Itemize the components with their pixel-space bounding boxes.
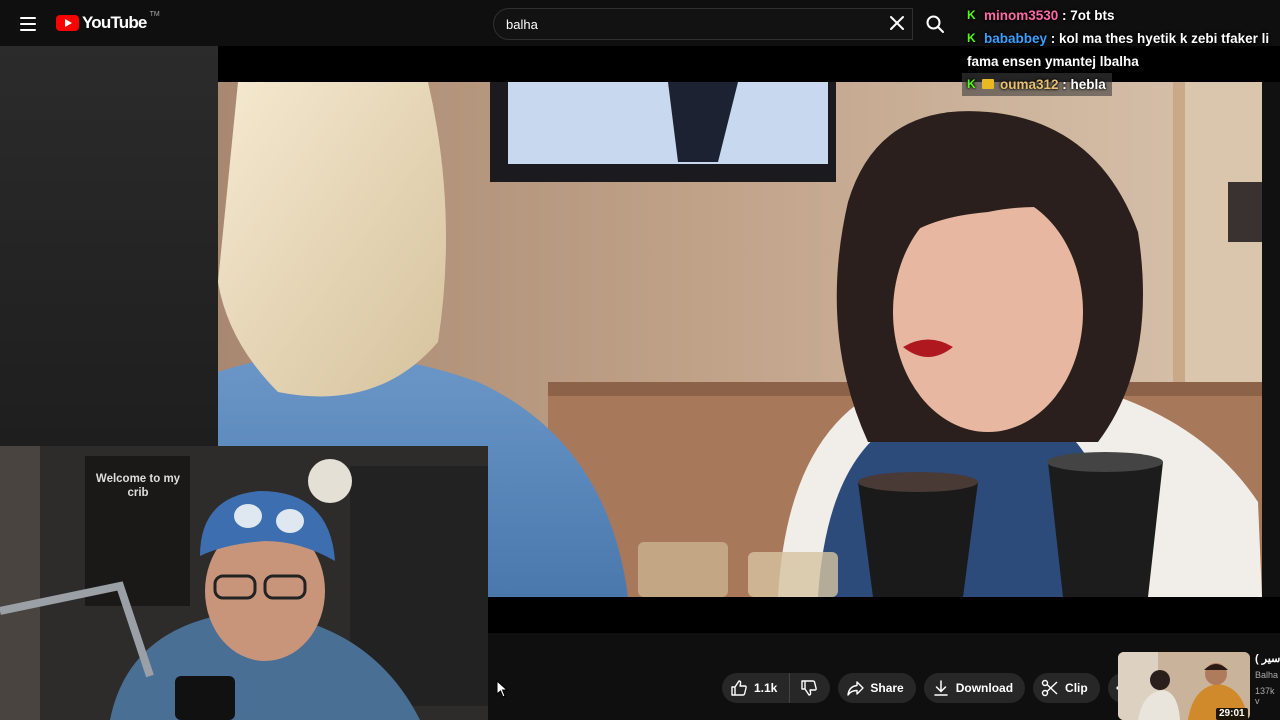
kick-badge-icon: K (967, 77, 976, 91)
search-button[interactable] (913, 8, 957, 40)
search-icon (926, 15, 944, 33)
video-side-strip (1262, 82, 1280, 597)
chat-username: minom3530 (984, 8, 1059, 23)
left-background (0, 46, 218, 446)
download-icon (933, 680, 948, 696)
chat-username: ouma312 (1000, 77, 1059, 92)
screen: YouTube TM balha K minom3530: 7ot bts K… (0, 0, 1280, 720)
download-button[interactable]: Download (923, 673, 1026, 703)
chat-message: K ouma312 : hebla (962, 73, 1112, 96)
like-dislike-group: 1.1k (722, 673, 831, 703)
download-label: Download (955, 681, 1014, 695)
thumbs-down-icon (801, 680, 818, 696)
scissors-icon (1041, 679, 1058, 697)
streamer-webcam: Welcome to my crib (0, 446, 488, 720)
clip-button[interactable]: Clip (1033, 673, 1100, 703)
chat-username: bababbey (984, 31, 1048, 46)
chat-text: hebla (1070, 77, 1106, 92)
search-input[interactable] (506, 9, 876, 39)
thumbs-up-icon (731, 680, 747, 696)
suggested-channel-name[interactable]: Balha (1255, 670, 1278, 680)
logo-trademark: TM (149, 11, 160, 18)
dislike-button[interactable] (790, 673, 831, 703)
suggested-video-title[interactable]: ( سير (1255, 652, 1280, 665)
menu-button[interactable] (14, 10, 42, 38)
share-icon (847, 681, 865, 696)
kick-badge-icon: K (967, 31, 976, 45)
search-box (493, 8, 913, 40)
suggested-view-count: 137k v (1255, 686, 1275, 706)
video-duration: 29:01 (1216, 708, 1248, 720)
chat-text: 7ot bts (1070, 8, 1115, 23)
clip-label: Clip (1065, 681, 1088, 695)
like-count: 1.1k (754, 681, 778, 695)
menu-line (20, 29, 36, 31)
chat-message: K minom3530 : 7ot bts (962, 4, 1280, 27)
chat-separator: : (1058, 8, 1071, 23)
share-label: Share (870, 681, 904, 695)
clear-search-icon[interactable] (888, 14, 906, 32)
menu-line (20, 23, 36, 25)
video-actions: 1.1k Share Download Clip (722, 673, 1138, 703)
share-button[interactable]: Share (838, 673, 916, 703)
chat-separator: : (1047, 31, 1060, 46)
menu-line (20, 17, 36, 19)
mouse-cursor-icon (496, 680, 508, 698)
youtube-play-icon (56, 15, 79, 31)
video-letterbox-bottom (488, 597, 1280, 633)
kick-badge-icon: K (967, 8, 976, 22)
webcam-frame (0, 446, 488, 720)
chat-separator: : (1058, 77, 1071, 92)
like-button[interactable]: 1.1k (722, 673, 791, 703)
stream-chat-overlay: K minom3530 : 7ot bts K bababbey : kol m… (962, 4, 1280, 96)
webcam-poster-text: Welcome to my crib (95, 473, 181, 499)
logo-text: YouTube (82, 13, 147, 32)
youtube-logo[interactable]: YouTube TM (56, 11, 160, 33)
chat-message: K bababbey : kol ma thes hyetik k zebi t… (962, 27, 1280, 73)
crown-badge-icon (982, 79, 994, 89)
